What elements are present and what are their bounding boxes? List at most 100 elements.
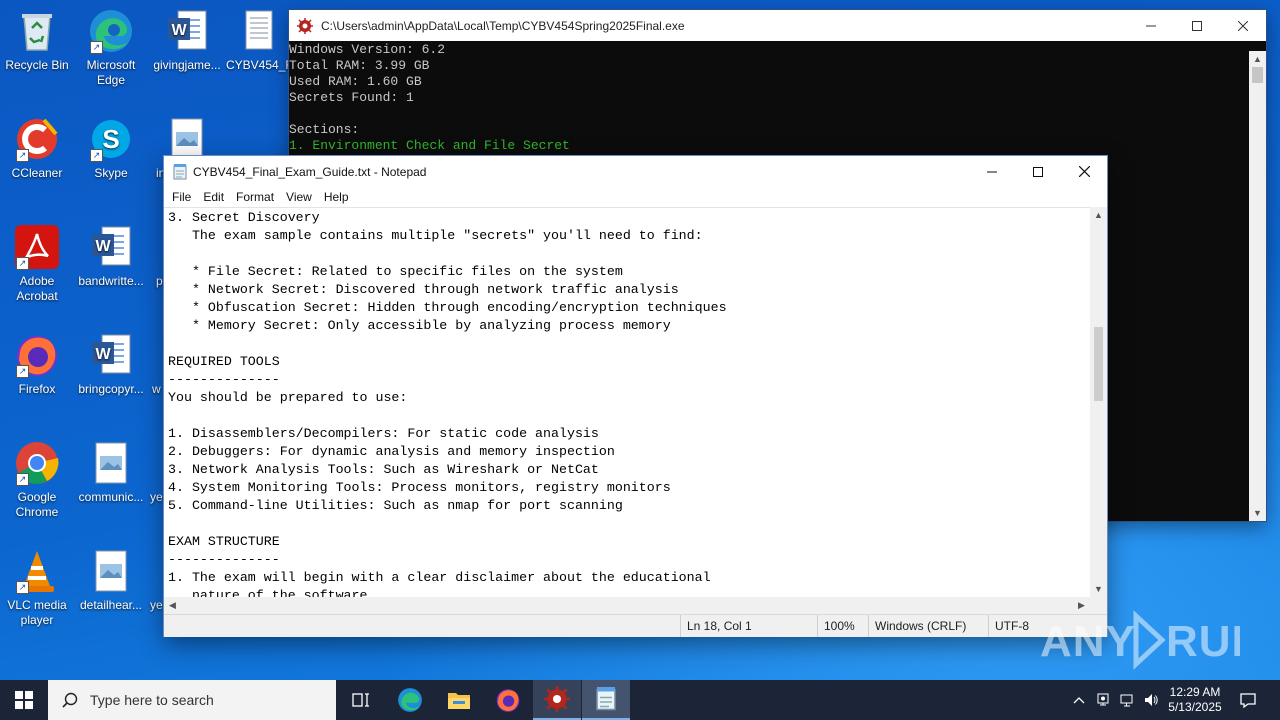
menu-format[interactable]: Format [230,190,280,204]
scroll-up-icon[interactable]: ▲ [1249,51,1266,67]
desktop-icon-detailhear[interactable]: detailhear... [74,548,148,613]
desktop-icon-label: CCleaner [11,166,63,180]
edge-icon [398,688,422,712]
file-explorer-icon [448,693,470,709]
desktop-icon-label: VLC media player [7,598,67,627]
status-line-ending: Windows (CRLF) [868,615,985,637]
vlc-icon: ↗ [14,548,60,594]
menu-help[interactable]: Help [318,190,355,204]
desktop-icon-ccleaner[interactable]: ↗ CCleaner [0,116,74,181]
desktop-icon-bandwritte[interactable]: W bandwritte... [74,224,148,289]
desktop-icon-google-chrome[interactable]: ↗ Google Chrome [0,440,74,520]
desktop-icon-cybv454-file[interactable]: CYBV454_F [226,8,293,73]
console-line: Used RAM: 1.60 GB [289,74,422,89]
text-document-icon [236,8,282,54]
taskbar-firefox[interactable] [484,680,532,720]
search-icon [62,692,78,708]
taskbar-file-explorer[interactable] [435,680,483,720]
console-highlight-line: 1. Environment Check and File Secret [289,138,570,153]
exam-app-icon [544,686,570,712]
desktop-icon-givingjame[interactable]: W givingjame... [150,8,224,73]
console-scrollbar[interactable]: ▲ ▼ [1249,51,1266,521]
close-icon [1238,20,1248,31]
console-output: Windows Version: 6.2 Total RAM: 3.99 GB … [289,41,1266,154]
notification-icon [1240,693,1256,709]
scroll-left-icon[interactable]: ◀ [164,597,181,613]
desktop-icon-label: Microsoft Edge [86,58,136,87]
watermark-logo: ANY RUN [1040,610,1263,670]
menu-view[interactable]: View [280,190,318,204]
tray-network-adapter[interactable] [1092,680,1114,720]
scroll-down-icon[interactable]: ▼ [1090,581,1107,597]
shortcut-arrow-icon: ↗ [16,149,29,162]
search-placeholder: Type here to search [90,692,214,708]
taskbar-notepad[interactable] [582,680,630,720]
svg-text:W: W [95,346,111,363]
taskbar-search-box[interactable]: Type here to search [48,680,336,720]
word-document-icon: W [88,224,134,270]
menu-file[interactable]: File [166,190,197,204]
scroll-up-icon[interactable]: ▲ [1090,207,1107,223]
scrollbar-thumb[interactable] [1252,67,1263,83]
desktop-icon-label: CYBV454_F [226,58,293,72]
tray-volume[interactable] [1140,680,1162,720]
minimize-icon [1146,25,1156,26]
maximize-icon [1033,166,1043,177]
desktop-icon-skype[interactable]: S ↗ Skype [74,116,148,181]
acrobat-icon: ↗ [14,224,60,270]
menu-edit[interactable]: Edit [197,190,230,204]
shortcut-arrow-icon: ↗ [16,257,29,270]
taskbar: Type here to search 12:29 AM 5/13/2025 [0,680,1280,720]
desktop-icon-vlc[interactable]: ↗ VLC media player [0,548,74,628]
desktop-icon-label: Google Chrome [15,490,59,519]
minimize-button[interactable] [969,156,1015,187]
desktop-icon-bringcopyr[interactable]: W bringcopyr... [74,332,148,397]
start-button[interactable] [0,680,48,720]
notifications-button[interactable] [1230,680,1266,720]
vertical-scrollbar[interactable]: ▲ ▼ [1090,207,1107,597]
maximize-button[interactable] [1174,10,1220,41]
close-button[interactable] [1061,156,1107,187]
desktop-icon-microsoft-edge[interactable]: ↗ Microsoft Edge [74,8,148,88]
firefox-icon: ↗ [14,332,60,378]
document-text[interactable]: 3. Secret Discovery The exam sample cont… [164,208,1090,598]
notepad-window[interactable]: CYBV454_Final_Exam_Guide.txt - Notepad F… [164,156,1107,637]
status-zoom: 100% [817,615,868,637]
text-editor[interactable]: 3. Secret Discovery The exam sample cont… [164,207,1090,598]
maximize-button[interactable] [1015,156,1061,187]
skype-icon: S ↗ [88,116,134,162]
close-icon [1078,166,1090,177]
scroll-down-icon[interactable]: ▼ [1249,505,1266,521]
scrollbar-thumb[interactable] [1094,327,1103,401]
clock-time: 12:29 AM [1169,685,1221,699]
horizontal-scrollbar[interactable]: ◀ ▶ [164,597,1090,614]
word-document-icon: W [164,8,210,54]
tray-network[interactable] [1116,680,1138,720]
ccleaner-icon: ↗ [14,116,60,162]
word-document-icon: W [88,332,134,378]
taskbar-edge[interactable] [386,680,434,720]
notepad-icon [596,687,616,711]
minimize-button[interactable] [1128,10,1174,41]
task-view-icon [352,693,369,707]
task-view-button[interactable] [338,680,384,720]
taskbar-clock[interactable]: 12:29 AM 5/13/2025 [1164,680,1226,720]
desktop-icon-recycle-bin[interactable]: Recycle Bin [0,8,74,73]
menu-bar: File Edit Format View Help [164,187,1107,207]
notepad-icon [173,163,187,180]
desktop-icon-label: Recycle Bin [5,58,69,72]
desktop-icon-firefox[interactable]: ↗ Firefox [0,332,74,397]
console-titlebar[interactable]: C:\Users\admin\AppData\Local\Temp\CYBV45… [289,10,1266,41]
shortcut-arrow-icon: ↗ [90,41,103,54]
close-button[interactable] [1220,10,1266,41]
desktop-icon-adobe-acrobat[interactable]: ↗ Adobe Acrobat [0,224,74,304]
firefox-icon [496,689,520,712]
image-file-icon [88,548,134,594]
desktop-icon-communic[interactable]: communic... [74,440,148,505]
edge-icon: ↗ [88,8,134,54]
notepad-titlebar[interactable]: CYBV454_Final_Exam_Guide.txt - Notepad [164,156,1107,187]
svg-text:W: W [171,22,187,39]
taskbar-exam-app[interactable] [533,680,581,720]
show-hidden-icons-button[interactable] [1068,680,1090,720]
desktop-icon-label: bringcopyr... [78,382,144,396]
